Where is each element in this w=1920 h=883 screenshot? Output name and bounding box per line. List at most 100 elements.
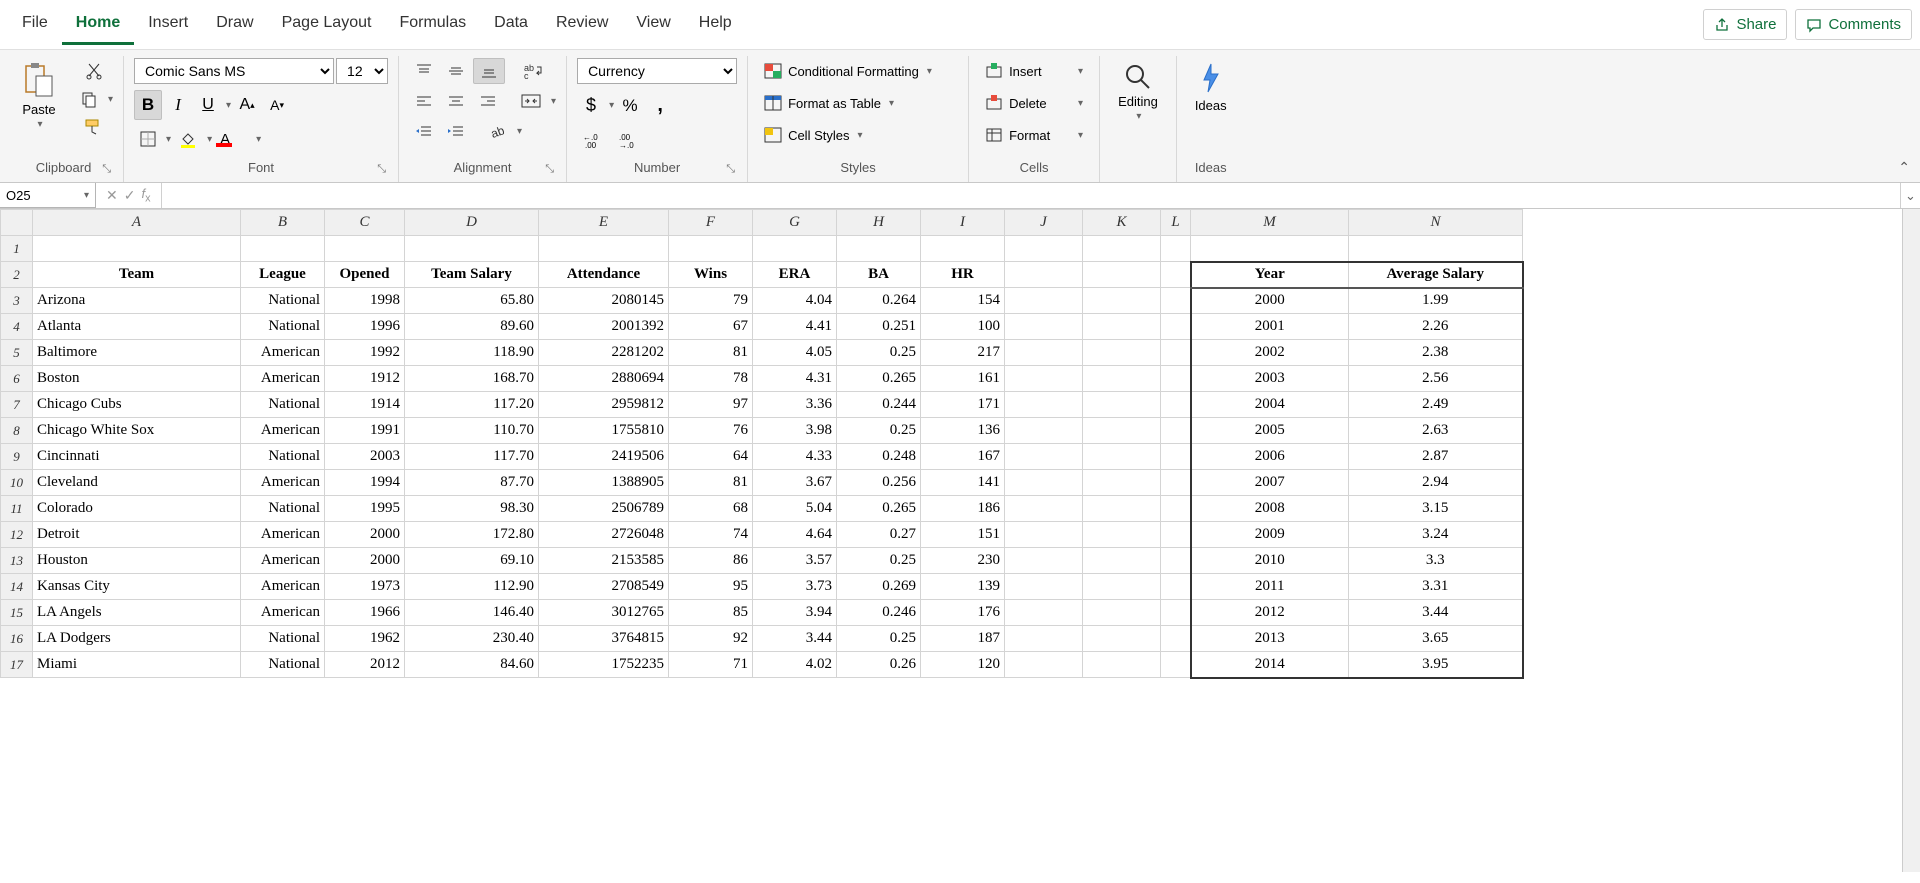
cell[interactable]: 217 [921,340,1005,366]
col-header-M[interactable]: M [1191,210,1349,236]
cell[interactable]: American [241,548,325,574]
cell[interactable] [1083,470,1161,496]
col-header-J[interactable]: J [1005,210,1083,236]
clipboard-dialog-launcher[interactable]: ⤡ [102,163,111,176]
cell[interactable] [1083,288,1161,314]
cell[interactable]: 0.25 [837,548,921,574]
cell[interactable]: 79 [669,288,753,314]
cell[interactable]: 65.80 [405,288,539,314]
orientation-button[interactable]: ab [483,118,513,144]
cell[interactable] [1161,314,1191,340]
cell[interactable]: 4.02 [753,652,837,678]
name-box[interactable]: O25▾ [0,183,96,208]
chevron-down-icon[interactable]: ▾ [108,94,113,105]
align-top-button[interactable] [409,58,439,84]
cell[interactable]: 0.26 [837,652,921,678]
cell[interactable] [241,236,325,262]
cell[interactable]: 2.87 [1349,444,1523,470]
increase-indent-button[interactable] [441,118,471,144]
tab-home[interactable]: Home [62,4,134,45]
cell[interactable]: 2003 [1191,366,1349,392]
cell[interactable]: 2002 [1191,340,1349,366]
cell[interactable] [1161,444,1191,470]
format-as-table-button[interactable]: Format as Table▾ [758,90,958,116]
cell[interactable]: 3.15 [1349,496,1523,522]
cell[interactable]: 117.20 [405,392,539,418]
cell[interactable]: 2001 [1191,314,1349,340]
cell[interactable] [1005,418,1083,444]
cell[interactable] [33,236,241,262]
cell[interactable]: 2006 [1191,444,1349,470]
cell[interactable] [1161,470,1191,496]
cell[interactable] [1083,600,1161,626]
cell[interactable]: 2010 [1191,548,1349,574]
cell[interactable]: 2.26 [1349,314,1523,340]
cell[interactable]: 1962 [325,626,405,652]
conditional-formatting-button[interactable]: Conditional Formatting▾ [758,58,958,84]
increase-font-button[interactable]: A▴ [233,92,261,118]
cell[interactable] [1005,470,1083,496]
row-header-14[interactable]: 14 [1,574,33,600]
cell[interactable] [1083,444,1161,470]
cell[interactable]: 78 [669,366,753,392]
cell[interactable]: Average Salary [1349,262,1523,288]
cell[interactable]: 3.44 [753,626,837,652]
cell[interactable] [1083,340,1161,366]
font-size-select[interactable]: 12 [336,58,388,84]
cell[interactable] [1161,418,1191,444]
cell[interactable] [921,236,1005,262]
cell[interactable]: 71 [669,652,753,678]
cell[interactable]: Cincinnati [33,444,241,470]
col-header-K[interactable]: K [1083,210,1161,236]
cell[interactable]: 167 [921,444,1005,470]
row-header-13[interactable]: 13 [1,548,33,574]
select-all-cell[interactable] [1,210,33,236]
cell[interactable]: 2000 [1191,288,1349,314]
cell[interactable] [1161,652,1191,678]
chevron-down-icon[interactable]: ▾ [551,96,556,107]
font-name-select[interactable]: Comic Sans MS [134,58,334,84]
font-dialog-launcher[interactable]: ⤡ [377,163,386,176]
cell[interactable]: 1914 [325,392,405,418]
cell[interactable]: 4.33 [753,444,837,470]
cell[interactable] [1161,392,1191,418]
cell[interactable]: 1388905 [539,470,669,496]
tab-review[interactable]: Review [542,4,622,45]
cell[interactable]: 0.25 [837,340,921,366]
cell[interactable]: 1966 [325,600,405,626]
chevron-down-icon[interactable]: ▾ [226,100,231,111]
currency-button[interactable]: $ [577,91,605,120]
cell[interactable] [1083,392,1161,418]
align-right-button[interactable] [473,88,503,114]
cell[interactable]: American [241,340,325,366]
vertical-scrollbar[interactable] [1902,209,1920,872]
underline-button[interactable]: U [194,92,222,118]
cell[interactable] [1349,236,1523,262]
cell[interactable]: 81 [669,470,753,496]
cell[interactable] [1161,366,1191,392]
cell[interactable] [1083,496,1161,522]
formula-input[interactable] [162,183,1900,208]
cell[interactable]: 0.265 [837,496,921,522]
fx-button[interactable]: fx [141,186,150,205]
col-header-H[interactable]: H [837,210,921,236]
cell[interactable]: Arizona [33,288,241,314]
cell[interactable]: 1973 [325,574,405,600]
cell[interactable]: 3.65 [1349,626,1523,652]
row-header-8[interactable]: 8 [1,418,33,444]
cell[interactable] [1005,444,1083,470]
cell[interactable]: Kansas City [33,574,241,600]
cell[interactable]: 2014 [1191,652,1349,678]
expand-formula-bar-button[interactable]: ⌄ [1900,183,1920,208]
cell[interactable] [1083,262,1161,288]
cell[interactable]: 0.248 [837,444,921,470]
borders-button[interactable] [134,126,162,152]
font-color-button[interactable]: A [214,126,252,152]
cell[interactable]: Atlanta [33,314,241,340]
cell[interactable]: 2708549 [539,574,669,600]
cell[interactable]: 1992 [325,340,405,366]
col-header-D[interactable]: D [405,210,539,236]
cell[interactable] [1005,392,1083,418]
cell[interactable]: 172.80 [405,522,539,548]
row-header-3[interactable]: 3 [1,288,33,314]
